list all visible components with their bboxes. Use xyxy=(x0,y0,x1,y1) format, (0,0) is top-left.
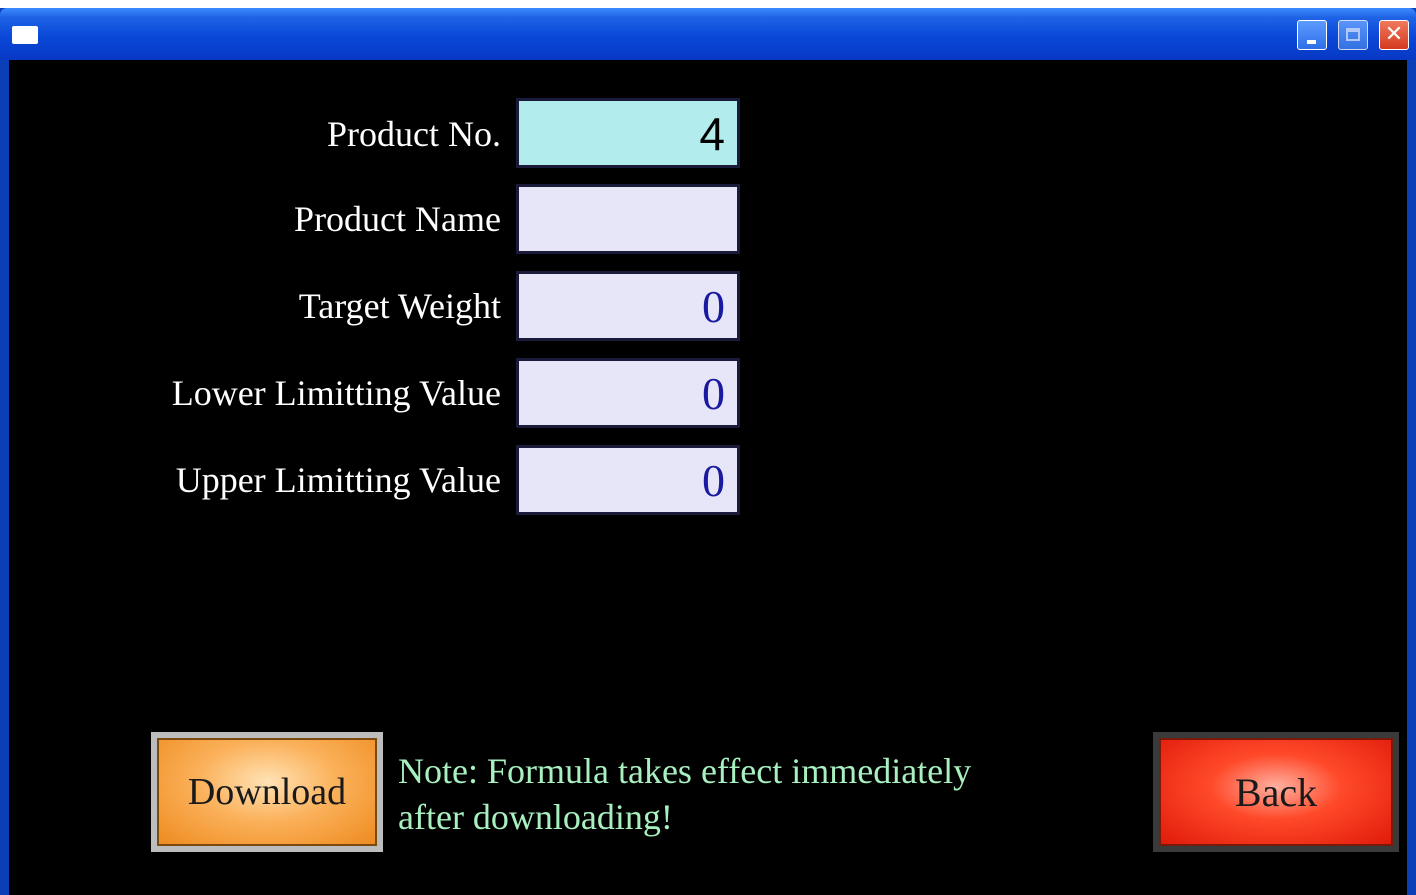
product-no-label: Product No. xyxy=(327,114,501,154)
product-name-field[interactable] xyxy=(516,184,740,254)
upper-limit-field[interactable]: 0 xyxy=(516,445,740,515)
download-button[interactable]: Download xyxy=(151,732,383,852)
maximize-button[interactable] xyxy=(1338,20,1368,50)
target-weight-field[interactable]: 0 xyxy=(516,271,740,341)
app-window: ✕ Product No. 4 Product Name Target Weig… xyxy=(0,8,1416,895)
title-bar[interactable]: ✕ xyxy=(0,8,1416,60)
back-button-label: Back xyxy=(1159,738,1393,846)
download-button-label: Download xyxy=(157,738,377,846)
note-line-1: Note: Formula takes effect immediately xyxy=(398,751,972,791)
note-line-2: after downloading! xyxy=(398,797,673,837)
target-weight-label: Target Weight xyxy=(298,286,501,326)
window-icon xyxy=(12,26,38,44)
main-panel: Product No. 4 Product Name Target Weight… xyxy=(9,60,1407,895)
close-button[interactable]: ✕ xyxy=(1379,20,1409,50)
lower-limit-label: Lower Limitting Value xyxy=(171,373,501,413)
note-text: Note: Formula takes effect immediately a… xyxy=(398,748,1098,840)
close-icon: ✕ xyxy=(1384,22,1404,47)
back-button[interactable]: Back xyxy=(1153,732,1399,852)
minimize-button[interactable] xyxy=(1297,20,1327,50)
upper-limit-label: Upper Limitting Value xyxy=(175,460,501,500)
product-no-field[interactable]: 4 xyxy=(516,98,740,168)
minimize-icon xyxy=(1307,40,1316,44)
product-name-label: Product Name xyxy=(294,199,501,239)
lower-limit-field[interactable]: 0 xyxy=(516,358,740,428)
maximize-icon xyxy=(1346,28,1360,41)
